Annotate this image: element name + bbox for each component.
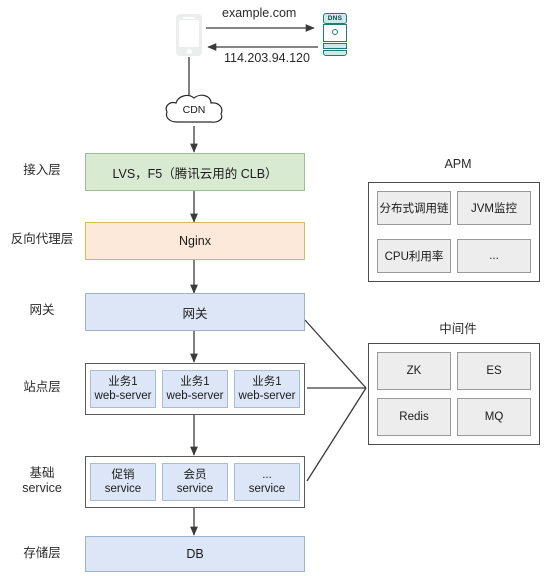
apm-tile-cpu[interactable]: CPU利用率: [377, 239, 451, 273]
base-service-line2: service: [248, 483, 286, 495]
site-service-line1: 业务1: [180, 376, 210, 388]
middleware-panel-title: 中间件: [439, 322, 477, 336]
row-label-site: 站点层: [23, 380, 61, 394]
storage-layer-box[interactable]: DB: [85, 536, 305, 572]
row-label-reverse-proxy: 反向代理层: [10, 232, 74, 246]
site-service-line1: 业务1: [108, 376, 138, 388]
phone-screen: [179, 20, 199, 47]
smartphone-icon: [176, 14, 202, 56]
middleware-tile-zk[interactable]: ZK: [377, 352, 451, 390]
apm-tile-more[interactable]: ...: [457, 239, 531, 273]
request-domain-label: example.com: [222, 6, 297, 20]
dns-server-slat: [323, 50, 347, 56]
dns-server-body: [323, 24, 347, 42]
row-label-base-service: 基础 service: [0, 466, 84, 496]
dns-label: DNS: [323, 13, 347, 24]
middleware-tile-mq[interactable]: MQ: [457, 398, 531, 436]
base-service-line1: 促销: [111, 469, 135, 481]
row-label-storage: 存储层: [23, 546, 61, 560]
site-service-box[interactable]: 业务1 web-server: [234, 370, 300, 408]
middleware-tile-es[interactable]: ES: [457, 352, 531, 390]
site-service-line2: web-server: [238, 390, 296, 402]
response-ip-label: 114.203.94.120: [224, 51, 310, 65]
base-service-line2: service: [104, 483, 142, 495]
row-label-base-service-line1: 基础: [29, 466, 55, 480]
base-service-line1: 会员: [183, 469, 207, 481]
base-service-line2: service: [176, 483, 214, 495]
cdn-label: CDN: [182, 104, 206, 116]
base-service-box[interactable]: 促销 service: [90, 463, 156, 501]
phone-home-button: [186, 49, 192, 54]
phone-speaker: [183, 16, 195, 19]
architecture-diagram: example.com 114.203.94.120 DNS CDN 接入层 反…: [0, 0, 550, 576]
cdn-cloud: CDN: [163, 92, 225, 128]
row-label-base-service-line2: service: [22, 481, 62, 495]
site-service-box[interactable]: 业务1 web-server: [90, 370, 156, 408]
apm-tile-tracing[interactable]: 分布式调用链: [377, 191, 451, 225]
row-label-access: 接入层: [23, 163, 61, 177]
apm-panel: 分布式调用链 JVM监控 CPU利用率 ...: [368, 182, 540, 282]
middleware-panel: ZK ES Redis MQ: [368, 343, 540, 445]
base-service-line1: ...: [262, 469, 272, 481]
reverse-proxy-layer-box[interactable]: Nginx: [85, 222, 305, 260]
site-service-line2: web-server: [94, 390, 152, 402]
site-service-line1: 业务1: [252, 376, 282, 388]
row-label-gateway: 网关: [29, 303, 55, 317]
dns-server-slat: [323, 43, 347, 49]
gateway-layer-box[interactable]: 网关: [85, 293, 305, 331]
base-service-layer-group: 促销 service 会员 service ... service: [85, 456, 305, 508]
access-layer-box[interactable]: LVS，F5（腾讯云用的 CLB）: [85, 153, 305, 191]
site-layer-group: 业务1 web-server 业务1 web-server 业务1 web-se…: [85, 363, 305, 415]
dns-server-icon: DNS: [321, 13, 349, 59]
dns-server-indicator: [332, 29, 338, 35]
base-service-box[interactable]: ... service: [234, 463, 300, 501]
apm-panel-title: APM: [444, 157, 472, 171]
base-service-box[interactable]: 会员 service: [162, 463, 228, 501]
middleware-tile-redis[interactable]: Redis: [377, 398, 451, 436]
site-service-box[interactable]: 业务1 web-server: [162, 370, 228, 408]
apm-tile-jvm[interactable]: JVM监控: [457, 191, 531, 225]
site-service-line2: web-server: [166, 390, 224, 402]
